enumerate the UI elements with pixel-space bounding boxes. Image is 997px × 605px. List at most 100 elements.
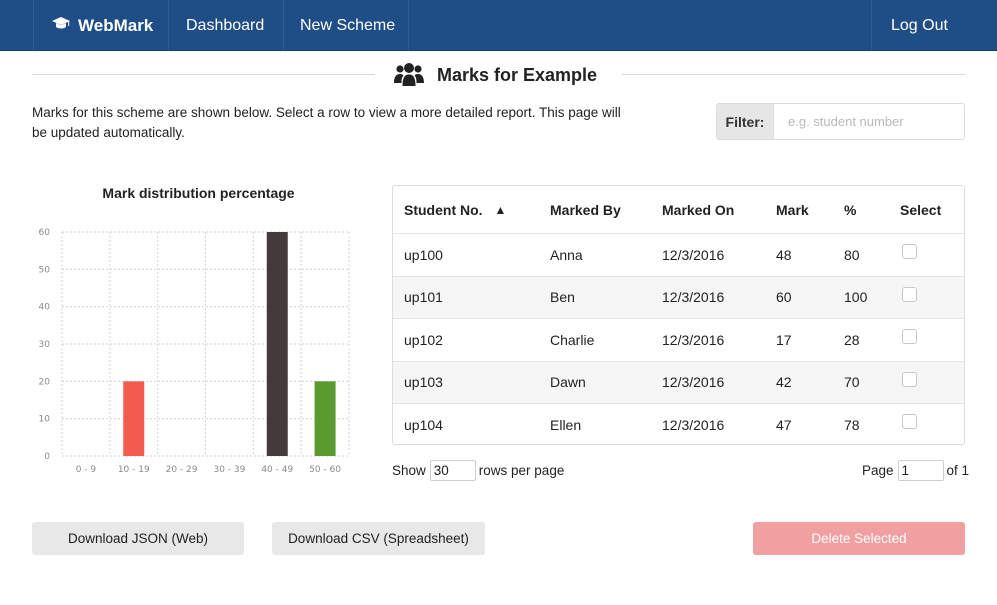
y-tick-label: 60 (39, 228, 51, 238)
cell-mark: 47 (776, 416, 792, 433)
y-tick-label: 40 (39, 303, 51, 313)
download-csv-button[interactable]: Download CSV (Spreadsheet) (272, 522, 485, 555)
y-tick-label: 20 (39, 377, 51, 387)
select-checkbox[interactable] (902, 371, 917, 387)
x-tick-label: 20 - 29 (166, 465, 198, 475)
cell-marked-on: 12/3/2016 (662, 416, 725, 433)
cell-select (900, 234, 917, 276)
graduation-cap-icon (52, 0, 70, 51)
chart-title: Mark distribution percentage (102, 185, 295, 201)
nav-divider (33, 0, 34, 51)
rows-per-page-label: rows per page (478, 462, 565, 478)
y-tick-label: 30 (39, 340, 51, 350)
select-checkbox[interactable] (902, 244, 917, 260)
x-tick-label: 40 - 49 (261, 465, 293, 475)
table-row[interactable]: up102 Charlie 12/3/2016 17 28 (393, 318, 964, 361)
nav-divider (168, 0, 169, 51)
cell-percent: 80 (844, 246, 860, 263)
x-tick-label: 0 - 9 (76, 465, 97, 475)
cell-marked-by: Ben (550, 289, 575, 306)
page-title: Marks for Example (394, 60, 597, 90)
rows-per-page-input[interactable] (429, 459, 476, 481)
cell-student-no: up104 (404, 416, 443, 433)
cell-percent: 100 (844, 289, 868, 306)
page-control: Page of 1 (862, 459, 969, 481)
header-student-no[interactable]: Student No. ▲ (404, 186, 506, 233)
table-row[interactable]: up104 Ellen 12/3/2016 47 78 (393, 403, 964, 444)
cell-student-no: up103 (404, 374, 443, 391)
intro-text: Marks for this scheme are shown below. S… (32, 105, 621, 140)
page-number-input[interactable] (897, 459, 944, 481)
cell-student-no: up100 (404, 246, 443, 263)
page-title-text: Marks for Example (437, 64, 598, 85)
y-tick-label: 0 (44, 452, 50, 462)
cell-mark: 48 (776, 246, 792, 263)
mark-distribution-chart: 0 10 20 30 40 50 60 0 - 9 10 - 19 20 - 29 30 - 39 4… (39, 228, 350, 475)
header-percent[interactable]: % (844, 186, 856, 233)
cell-marked-by: Anna (550, 246, 583, 263)
x-tick-label: 30 - 39 (213, 465, 245, 475)
nav-new-scheme-link[interactable]: New Scheme (300, 0, 395, 51)
page-of-label: of 1 (946, 462, 970, 478)
nav-divider (408, 0, 409, 51)
cell-student-no: up101 (404, 289, 443, 306)
cell-select (900, 319, 917, 361)
logout-link[interactable]: Log Out (891, 0, 948, 51)
cell-marked-on: 12/3/2016 (662, 331, 725, 348)
y-tick-label: 10 (39, 415, 51, 425)
download-json-button[interactable]: Download JSON (Web) (32, 522, 244, 555)
cell-student-no: up102 (404, 331, 443, 348)
cell-marked-on: 12/3/2016 (662, 374, 725, 391)
marks-table: Student No. ▲ Marked By Marked On Mark %… (392, 185, 965, 445)
nav-divider (871, 0, 872, 51)
cell-mark: 17 (776, 331, 792, 348)
brand-label: WebMark (78, 16, 154, 35)
header-label: Student No. (404, 201, 483, 218)
sort-ascending-icon: ▲ (494, 202, 507, 217)
cell-select (900, 277, 917, 319)
table-row[interactable]: up100 Anna 12/3/2016 48 80 (393, 233, 964, 276)
nav-dashboard-link[interactable]: Dashboard (186, 0, 264, 51)
delete-selected-button[interactable]: Delete Selected (753, 522, 965, 555)
users-icon (394, 62, 424, 89)
table-row[interactable]: up101 Ben 12/3/2016 60 100 (393, 275, 964, 319)
title-rule-left (32, 74, 375, 75)
header-mark[interactable]: Mark (776, 186, 809, 233)
chart-bar (314, 381, 336, 456)
top-navbar: WebMark Dashboard New Scheme Log Out (0, 0, 997, 51)
nav-divider (283, 0, 284, 51)
cell-marked-by: Charlie (550, 331, 595, 348)
select-checkbox[interactable] (902, 329, 917, 345)
header-marked-on[interactable]: Marked On (662, 186, 734, 233)
cell-marked-on: 12/3/2016 (662, 246, 725, 263)
brand-link[interactable]: WebMark (52, 0, 153, 51)
cell-marked-by: Ellen (550, 416, 582, 433)
cell-percent: 28 (844, 331, 860, 348)
x-tick-label: 10 - 19 (118, 465, 150, 475)
chart-bar (266, 232, 288, 456)
table-header-row: Student No. ▲ Marked By Marked On Mark %… (393, 186, 964, 233)
y-tick-label: 50 (39, 265, 51, 275)
header-marked-by[interactable]: Marked By (550, 186, 621, 233)
chart-bar (123, 381, 145, 456)
header-select: Select (900, 201, 942, 218)
cell-percent: 78 (844, 416, 860, 433)
cell-marked-by: Dawn (550, 374, 586, 391)
filter-input[interactable] (774, 104, 964, 139)
select-checkbox[interactable] (902, 414, 917, 430)
filter-label: Filter: (717, 104, 774, 139)
select-checkbox[interactable] (902, 286, 917, 302)
filter-group: Filter: (716, 103, 965, 140)
cell-mark: 42 (776, 374, 792, 391)
table-row[interactable]: up103 Dawn 12/3/2016 42 70 (393, 360, 964, 404)
rows-per-page-control: Show rows per page (392, 459, 564, 481)
show-label: Show (392, 462, 426, 478)
page-label: Page (862, 462, 894, 478)
cell-percent: 70 (844, 374, 860, 391)
cell-select (900, 362, 917, 404)
x-tick-label: 50 - 60 (309, 465, 341, 475)
cell-marked-on: 12/3/2016 (662, 289, 725, 306)
cell-mark: 60 (776, 289, 792, 306)
cell-select (900, 404, 917, 444)
title-rule-right (622, 74, 965, 75)
